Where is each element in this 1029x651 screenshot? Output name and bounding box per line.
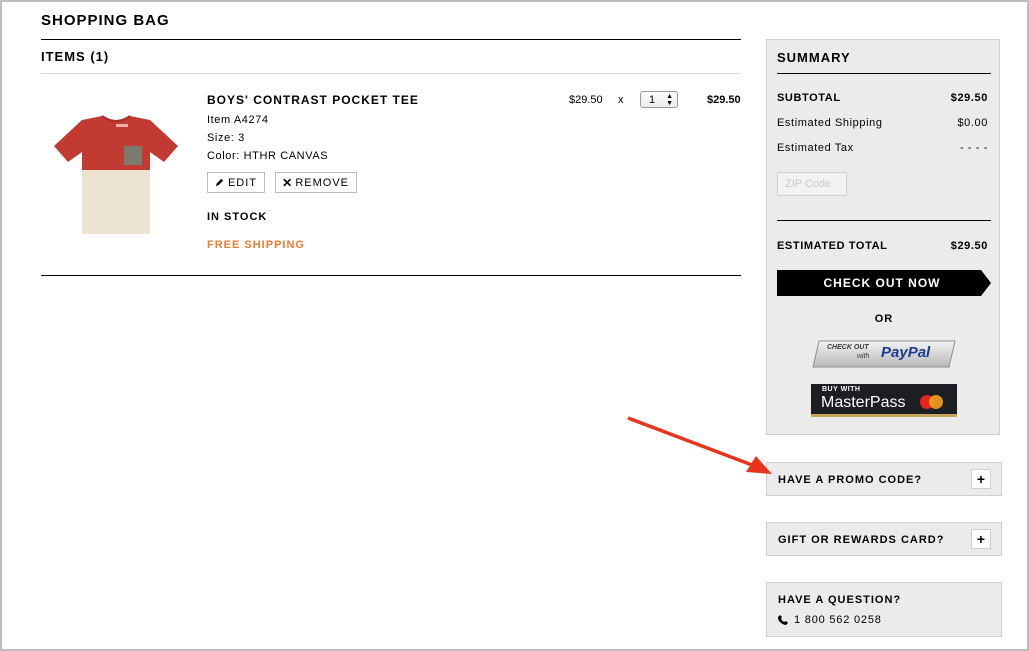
phone-icon <box>778 615 788 625</box>
product-item-number: Item A4274 <box>207 114 269 126</box>
summary-title: SUMMARY <box>777 50 851 65</box>
promo-expand-icon[interactable]: + <box>971 469 991 489</box>
edit-button[interactable]: EDIT <box>207 172 265 193</box>
subtotal-value: $29.50 <box>950 92 988 104</box>
shipping-value: $0.00 <box>957 117 988 129</box>
paypal-logo: PayPal <box>881 344 931 361</box>
zip-code-input[interactable]: ZIP Code <box>777 172 847 196</box>
checkout-button[interactable]: CHECK OUT NOW <box>777 270 991 296</box>
masterpass-top-text: BUY WITH <box>822 386 861 393</box>
or-separator: OR <box>874 313 894 325</box>
annotation-arrow-icon <box>627 416 772 474</box>
total-divider <box>777 220 991 221</box>
total-label: ESTIMATED TOTAL <box>777 240 888 252</box>
tax-row: Estimated Tax - - - - <box>777 142 988 154</box>
help-phone[interactable]: 1 800 562 0258 <box>778 614 882 626</box>
gift-expand-icon[interactable]: + <box>971 529 991 549</box>
subtotal-row: SUBTOTAL $29.50 <box>777 92 988 104</box>
page-frame: SHOPPING BAG ITEMS (1) BOYS' CONTRAST PO… <box>0 0 1029 651</box>
items-divider <box>41 73 741 74</box>
product-color: Color: HTHR CANVAS <box>207 150 329 162</box>
product-size: Size: 3 <box>207 132 245 144</box>
page-title: SHOPPING BAG <box>41 12 170 29</box>
paypal-with-text: with <box>857 353 870 360</box>
total-row: ESTIMATED TOTAL $29.50 <box>777 240 988 252</box>
free-shipping-label: FREE SHIPPING <box>207 239 305 251</box>
subtotal-label: SUBTOTAL <box>777 92 841 104</box>
line-total: $29.50 <box>707 94 741 106</box>
product-name[interactable]: BOYS' CONTRAST POCKET TEE <box>207 93 419 107</box>
summary-panel: SUMMARY SUBTOTAL $29.50 Estimated Shippi… <box>766 39 1000 435</box>
top-edge <box>0 0 1029 2</box>
title-divider <box>41 39 741 40</box>
paypal-top-text: CHECK OUT <box>827 344 869 351</box>
edit-label: EDIT <box>227 176 257 189</box>
tax-value: - - - - <box>959 142 988 154</box>
quantity-select[interactable]: 1 ▲ ▼ <box>640 91 678 108</box>
help-panel: HAVE A QUESTION? 1 800 562 0258 <box>766 582 1002 637</box>
items-bottom-divider <box>41 275 741 276</box>
masterpass-logo: MasterPass <box>821 394 906 411</box>
promo-code-label: HAVE A PROMO CODE? <box>778 474 923 486</box>
gift-card-label: GIFT OR REWARDS CARD? <box>778 534 945 546</box>
shipping-row: Estimated Shipping $0.00 <box>777 117 988 129</box>
times-sign: x <box>618 94 624 106</box>
total-value: $29.50 <box>950 240 988 252</box>
unit-price: $29.50 <box>569 94 603 106</box>
remove-label: REMOVE <box>295 176 349 189</box>
tax-label: Estimated Tax <box>777 142 854 154</box>
help-title: HAVE A QUESTION? <box>778 594 902 606</box>
phone-number: 1 800 562 0258 <box>794 614 882 626</box>
quantity-value: 1 <box>649 93 656 106</box>
items-heading: ITEMS (1) <box>41 49 110 64</box>
remove-button[interactable]: REMOVE <box>275 172 357 193</box>
stepper-arrows-icon: ▲ ▼ <box>666 93 673 107</box>
pencil-icon <box>215 178 224 187</box>
checkout-label: CHECK OUT NOW <box>823 276 941 290</box>
summary-divider <box>777 73 991 74</box>
close-icon <box>283 178 292 187</box>
shipping-label: Estimated Shipping <box>777 117 883 129</box>
stock-status: IN STOCK <box>207 211 268 223</box>
left-edge <box>0 0 2 651</box>
promo-code-accordion[interactable]: HAVE A PROMO CODE? + <box>766 462 1002 496</box>
paypal-checkout-button[interactable]: CHECK OUT with PayPal <box>811 340 957 368</box>
product-image[interactable] <box>52 110 180 238</box>
masterpass-button[interactable]: BUY WITH MasterPass <box>811 384 957 417</box>
gift-card-accordion[interactable]: GIFT OR REWARDS CARD? + <box>766 522 1002 556</box>
